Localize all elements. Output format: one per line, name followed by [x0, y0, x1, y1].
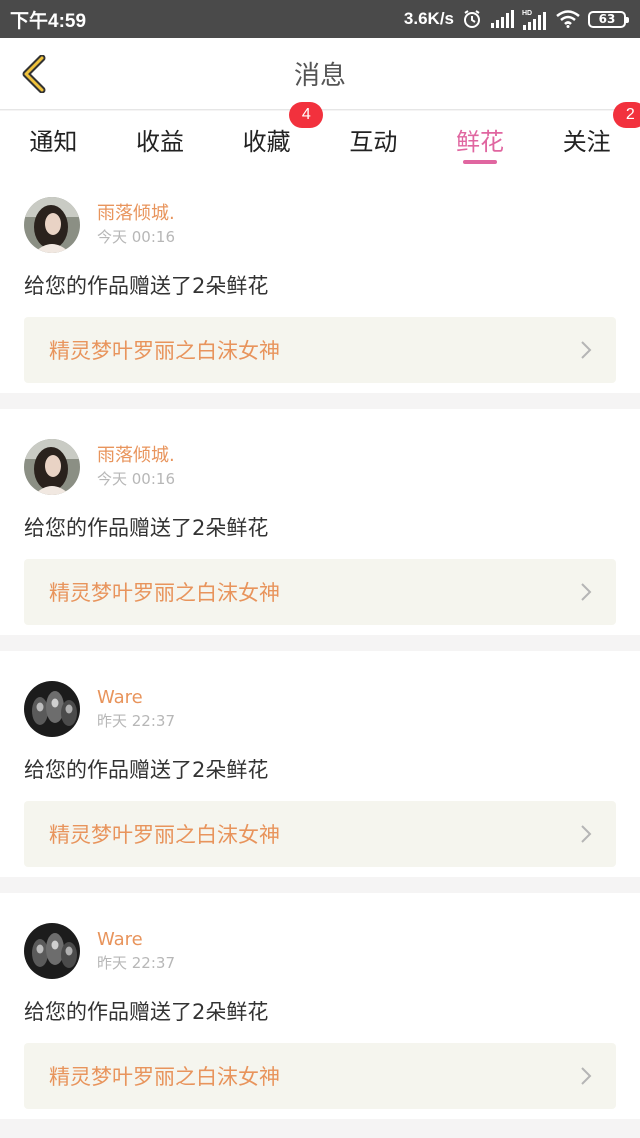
work-link[interactable]: 精灵梦叶罗丽之白沫女神: [24, 317, 616, 383]
tab-earnings[interactable]: 收益: [107, 111, 214, 167]
sender-name[interactable]: 雨落倾城.: [97, 202, 175, 226]
tab-label: 关注: [562, 127, 611, 156]
message-time: 昨天 22:37: [97, 954, 175, 972]
chevron-right-icon: [581, 1067, 592, 1085]
sender-name[interactable]: 雨落倾城.: [97, 444, 175, 468]
tab-favorites[interactable]: 收藏 4: [213, 102, 324, 167]
sender-row: 雨落倾城. 今天 00:16: [24, 195, 616, 255]
back-button[interactable]: [14, 54, 54, 94]
tab-label: 通知: [29, 127, 78, 156]
battery-icon: 63: [588, 10, 629, 28]
message-text: 给您的作品赠送了2朵鲜花: [24, 516, 269, 540]
work-title: 精灵梦叶罗丽之白沫女神: [49, 1065, 280, 1089]
message-card: 雨落倾城. 今天 00:16 给您的作品赠送了2朵鲜花 精灵梦叶罗丽之白沫女神: [0, 167, 640, 393]
avatar[interactable]: [24, 439, 80, 495]
work-title: 精灵梦叶罗丽之白沫女神: [49, 581, 280, 605]
active-tab-indicator: [463, 160, 498, 164]
count-badge: 2: [613, 102, 640, 128]
sender-row: 雨落倾城. 今天 00:16: [24, 437, 616, 497]
battery-level: 63: [598, 12, 616, 26]
message-text: 给您的作品赠送了2朵鲜花: [24, 758, 269, 782]
tab-interactions[interactable]: 互动: [320, 111, 427, 167]
alarm-icon: [462, 9, 482, 29]
chevron-right-icon: [581, 341, 592, 359]
wifi-icon: [556, 10, 580, 28]
message-time: 今天 00:16: [97, 228, 175, 246]
tab-label: 收藏: [242, 127, 291, 156]
sender-meta: Ware 昨天 22:37: [97, 928, 175, 974]
status-right: 3.6K/s HD 63: [403, 8, 629, 30]
tab-label: 收益: [136, 127, 184, 156]
message-text: 给您的作品赠送了2朵鲜花: [24, 274, 269, 298]
message-card: 雨落倾城. 今天 00:16 给您的作品赠送了2朵鲜花 精灵梦叶罗丽之白沫女神: [0, 409, 640, 635]
message-card: Ware 昨天 22:37 给您的作品赠送了2朵鲜花 精灵梦叶罗丽之白沫女神: [0, 651, 640, 877]
message-list: 雨落倾城. 今天 00:16 给您的作品赠送了2朵鲜花 精灵梦叶罗丽之白沫女神 …: [0, 167, 640, 1135]
tab-label: 互动: [349, 127, 398, 156]
avatar[interactable]: [24, 923, 80, 979]
avatar[interactable]: [24, 197, 80, 253]
tab-following[interactable]: 关注 2: [533, 102, 640, 167]
sender-row: Ware 昨天 22:37: [24, 679, 616, 739]
message-text: 给您的作品赠送了2朵鲜花: [24, 1000, 269, 1024]
avatar[interactable]: [24, 681, 80, 737]
chevron-left-icon: [22, 55, 46, 93]
chevron-right-icon: [581, 825, 592, 843]
hd-signal-icon: HD: [522, 8, 548, 30]
tab-bar: 通知 收益 收藏 4 互动 鲜花 关注 2: [0, 102, 640, 167]
sender-meta: 雨落倾城. 今天 00:16: [97, 444, 175, 490]
sender-meta: Ware 昨天 22:37: [97, 686, 175, 732]
message-time: 今天 00:16: [97, 470, 175, 488]
status-time: 下午4:59: [10, 10, 87, 32]
chevron-right-icon: [581, 583, 592, 601]
work-link[interactable]: 精灵梦叶罗丽之白沫女神: [24, 1043, 616, 1109]
nav-header: 消息: [0, 38, 640, 110]
message-card: Ware 昨天 22:37 给您的作品赠送了2朵鲜花 精灵梦叶罗丽之白沫女神: [0, 893, 640, 1119]
count-badge: 4: [289, 102, 324, 128]
tab-notifications[interactable]: 通知: [0, 111, 107, 167]
sender-name[interactable]: Ware: [97, 928, 175, 952]
work-link[interactable]: 精灵梦叶罗丽之白沫女神: [24, 801, 616, 867]
message-time: 昨天 22:37: [97, 712, 175, 730]
signal-icon: [490, 10, 514, 28]
work-title: 精灵梦叶罗丽之白沫女神: [49, 339, 280, 363]
work-link[interactable]: 精灵梦叶罗丽之白沫女神: [24, 559, 616, 625]
status-bar: 下午4:59 3.6K/s HD 63: [0, 0, 640, 38]
page-title: 消息: [293, 61, 346, 91]
tab-label: 鲜花: [456, 127, 505, 156]
sender-meta: 雨落倾城. 今天 00:16: [97, 202, 175, 248]
tab-flowers[interactable]: 鲜花: [427, 111, 534, 167]
network-speed: 3.6K/s: [403, 9, 454, 28]
sender-row: Ware 昨天 22:37: [24, 921, 616, 981]
sender-name[interactable]: Ware: [97, 686, 175, 710]
work-title: 精灵梦叶罗丽之白沫女神: [49, 823, 280, 847]
svg-text:HD: HD: [522, 10, 532, 17]
